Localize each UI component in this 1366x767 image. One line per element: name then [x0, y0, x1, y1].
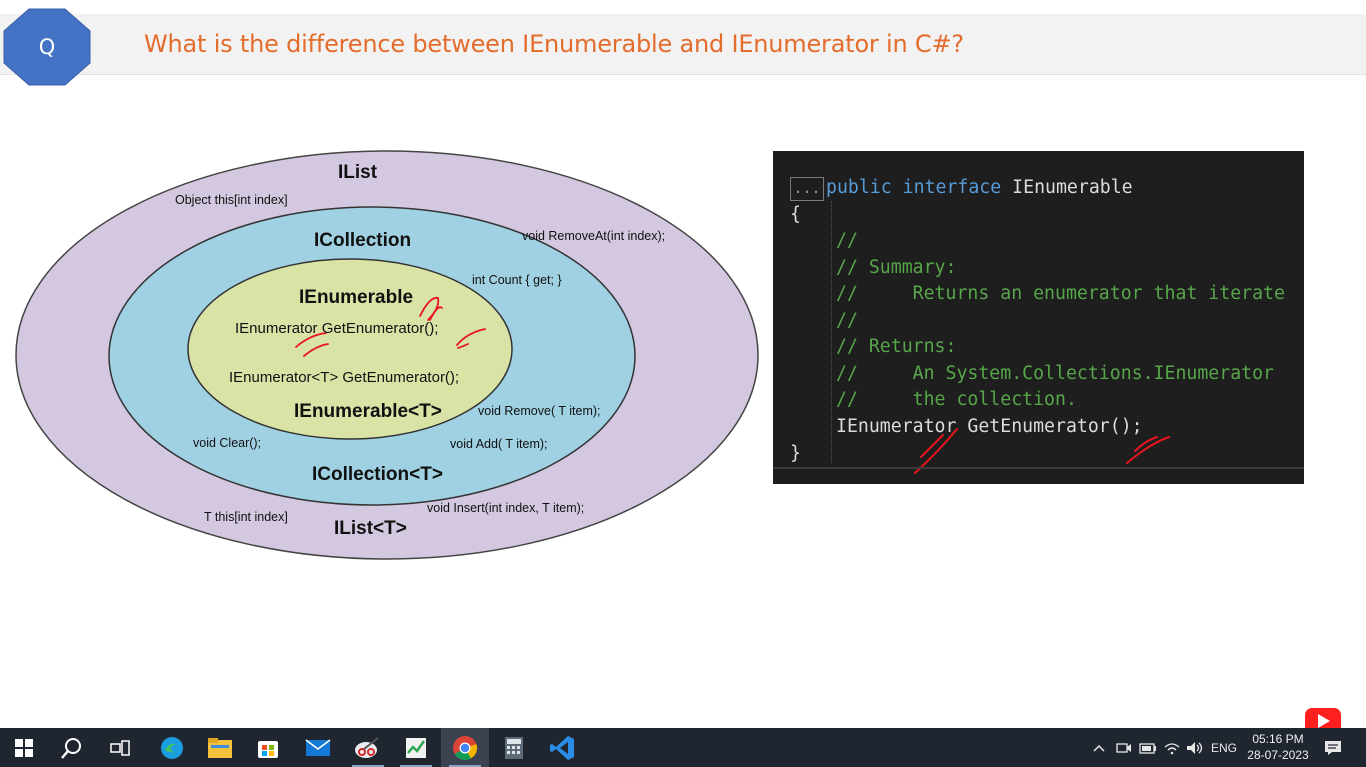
- show-hidden-icons-icon[interactable]: [1090, 728, 1108, 767]
- code-editor-panel: ... public interface IEnumerable { // //…: [773, 151, 1304, 484]
- ilist-indexer-member: Object this[int index]: [175, 193, 288, 207]
- question-badge: Q: [3, 8, 91, 86]
- volume-icon[interactable]: [1184, 728, 1206, 767]
- taskbar-clock[interactable]: 05:16 PM 28-07-2023: [1242, 731, 1314, 763]
- insert-member: void Insert(int index, T item);: [427, 501, 585, 515]
- battery-icon[interactable]: [1138, 728, 1158, 767]
- wifi-icon[interactable]: [1162, 728, 1182, 767]
- icollection-t-label: ICollection<T>: [312, 464, 443, 485]
- get-enumerator-member: IEnumerator GetEnumerator();: [235, 320, 439, 337]
- edge-icon[interactable]: [148, 728, 196, 767]
- file-explorer-icon[interactable]: [196, 728, 244, 767]
- task-view-icon[interactable]: [96, 728, 144, 767]
- chrome-icon[interactable]: [441, 728, 489, 767]
- slide-title: What is the difference between IEnumerab…: [144, 30, 964, 58]
- task-manager-icon[interactable]: [392, 728, 440, 767]
- windows-start-icon[interactable]: [0, 728, 48, 767]
- code-panel-bottom-rule: [773, 467, 1304, 469]
- search-icon[interactable]: [48, 728, 96, 767]
- ilist-t-indexer-member: T this[int index]: [204, 510, 288, 524]
- input-language[interactable]: ENG: [1208, 728, 1240, 767]
- clock-time: 05:16 PM: [1252, 732, 1304, 746]
- vscode-icon[interactable]: [538, 728, 586, 767]
- notifications-icon[interactable]: [1318, 728, 1348, 767]
- question-badge-label: Q: [38, 35, 56, 59]
- calculator-icon[interactable]: [490, 728, 538, 767]
- mail-icon[interactable]: [294, 728, 342, 767]
- ilist-t-label: IList<T>: [334, 518, 407, 539]
- remove-at-member: void RemoveAt(int index);: [522, 229, 666, 243]
- add-member: void Add( T item);: [450, 437, 548, 451]
- clock-date: 28-07-2023: [1247, 748, 1309, 762]
- get-enumerator-t-member: IEnumerator<T> GetEnumerator();: [229, 369, 460, 386]
- interface-hierarchy-diagram: IList Object this[int index] void Remove…: [0, 140, 770, 570]
- meet-now-icon[interactable]: [1114, 728, 1134, 767]
- ienumerable-t-label: IEnumerable<T>: [294, 401, 442, 422]
- windows-taskbar: ENG 05:16 PM 28-07-2023: [0, 728, 1366, 767]
- snipping-tool-icon[interactable]: [344, 728, 392, 767]
- code-handwritten-annotations: [914, 428, 1170, 474]
- icollection-label: ICollection: [314, 230, 412, 251]
- clear-member: void Clear();: [193, 436, 262, 450]
- microsoft-store-icon[interactable]: [244, 728, 292, 767]
- count-member: int Count { get; }: [472, 273, 562, 287]
- remove-member: void Remove( T item);: [478, 404, 601, 418]
- ilist-label: IList: [338, 162, 378, 183]
- ienumerable-label: IEnumerable: [299, 287, 414, 308]
